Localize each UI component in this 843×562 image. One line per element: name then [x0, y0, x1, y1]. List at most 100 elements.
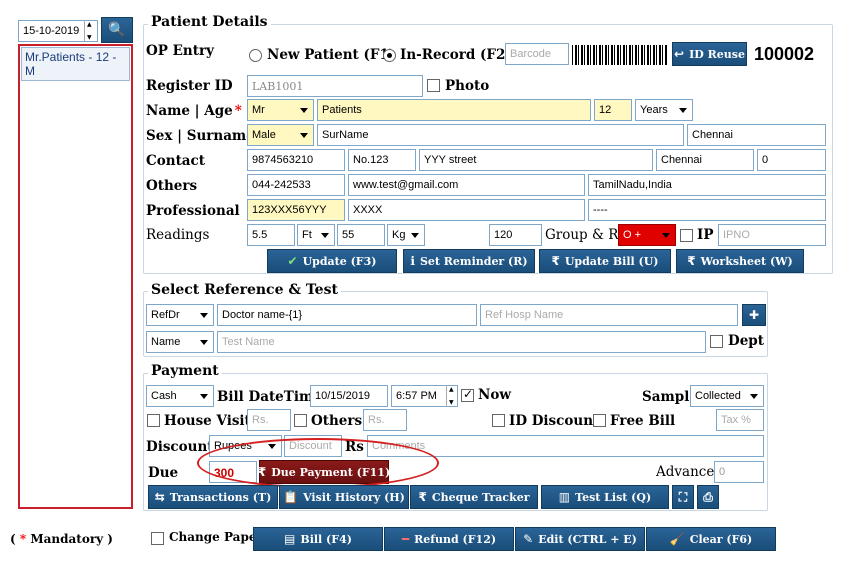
- edit-button[interactable]: ✎ Edit (CTRL + E): [515, 527, 645, 551]
- rupee-icon: ₹: [418, 490, 427, 504]
- readings-label: Readings: [146, 227, 210, 243]
- others-checkbox[interactable]: [294, 414, 307, 427]
- reuse-icon: ↩: [674, 47, 685, 61]
- due-label: Due: [148, 465, 179, 481]
- history-icon: 📋: [283, 490, 299, 504]
- ref-hosp-field[interactable]: Ref Hosp Name: [480, 304, 738, 326]
- mandatory-note: ( * Mandatory ): [10, 532, 113, 546]
- patient-list[interactable]: Mr.Patients - 12 - M: [18, 44, 133, 509]
- payment-mode-select[interactable]: Cash: [146, 385, 214, 407]
- height-unit-select[interactable]: Ft: [297, 224, 335, 246]
- expand-button[interactable]: ⛶: [672, 485, 694, 509]
- list-icon: ▥: [558, 490, 571, 504]
- sex-select[interactable]: Male: [247, 124, 314, 146]
- annotation-circle: [197, 438, 439, 488]
- weight-field[interactable]: 55: [337, 224, 385, 246]
- set-reminder-button[interactable]: ℹ Set Reminder (R): [403, 249, 535, 273]
- phone-field[interactable]: 9874563210: [247, 149, 345, 171]
- transactions-button[interactable]: ⇆ Transactions (T): [148, 485, 278, 509]
- title-select[interactable]: Mr: [247, 99, 314, 121]
- photo-checkbox[interactable]: [427, 79, 440, 92]
- plus-icon: ✚: [748, 308, 760, 322]
- clear-button[interactable]: 🧹 Clear (F6): [646, 527, 776, 551]
- check-icon: ✔: [287, 254, 298, 268]
- refund-button[interactable]: ━ Refund (F12): [384, 527, 514, 551]
- tax-field[interactable]: Tax %: [716, 409, 764, 431]
- name-field[interactable]: Patients: [317, 99, 591, 121]
- bill-button[interactable]: ▤ Bill (F4): [253, 527, 383, 551]
- door-field[interactable]: No.123: [348, 149, 416, 171]
- search-button[interactable]: 🔍: [101, 17, 133, 43]
- broom-icon: 🧹: [669, 532, 685, 546]
- age-field[interactable]: 12: [594, 99, 632, 121]
- test-name-field[interactable]: Test Name: [217, 331, 706, 353]
- others-rs-field[interactable]: Rs.: [363, 409, 407, 431]
- professional-field-3[interactable]: ----: [588, 199, 826, 221]
- change-paper-checkbox[interactable]: [151, 532, 164, 545]
- time-spinner[interactable]: [446, 385, 458, 407]
- barcode-icon: [572, 45, 668, 65]
- house-visit-rs-field[interactable]: Rs.: [247, 409, 291, 431]
- professional-field-2[interactable]: XXXX: [348, 199, 585, 221]
- search-icon: 🔍: [108, 22, 126, 38]
- landline-field[interactable]: 044-242533: [247, 174, 345, 196]
- contact-label: Contact: [146, 153, 206, 169]
- op-entry-label: OP Entry: [146, 43, 214, 59]
- reading3-field[interactable]: 120: [489, 224, 542, 246]
- height-field[interactable]: 5.5: [247, 224, 295, 246]
- register-id-label: Register ID: [146, 78, 233, 94]
- dept-checkbox[interactable]: [710, 335, 723, 348]
- refdr-select[interactable]: RefDr: [146, 304, 214, 326]
- name-select[interactable]: Name: [146, 331, 214, 353]
- city2-field[interactable]: Chennai: [656, 149, 754, 171]
- free-bill-checkbox[interactable]: [593, 414, 606, 427]
- id-reuse-button[interactable]: ↩ ID Reuse: [672, 42, 747, 66]
- ip-label: IP: [697, 227, 714, 243]
- update-button[interactable]: ✔ Update (F3): [267, 249, 397, 273]
- house-visit-label: House Visit: [164, 413, 251, 429]
- transactions-icon: ⇆: [154, 490, 165, 504]
- bill-date-field[interactable]: 10/15/2019: [310, 385, 388, 407]
- visit-history-button[interactable]: 📋 Visit History (H): [279, 485, 409, 509]
- weight-unit-select[interactable]: Kg: [387, 224, 425, 246]
- list-item[interactable]: Mr.Patients - 12 - M: [21, 47, 130, 81]
- cheque-tracker-button[interactable]: ₹ Cheque Tracker: [410, 485, 538, 509]
- date-spinner[interactable]: [84, 20, 96, 42]
- surname-field[interactable]: SurName: [317, 124, 684, 146]
- pincode-field[interactable]: 0: [757, 149, 826, 171]
- new-patient-label: New Patient (F1): [267, 47, 396, 63]
- rupee-icon: ₹: [687, 254, 696, 268]
- doctor-field[interactable]: Doctor name-{1}: [217, 304, 477, 326]
- blood-group-select[interactable]: O +: [618, 224, 676, 246]
- street-field[interactable]: YYY street: [419, 149, 653, 171]
- id-discount-checkbox[interactable]: [492, 414, 505, 427]
- worksheet-button[interactable]: ₹ Worksheet (W): [676, 249, 804, 273]
- professional-field-1[interactable]: 123XXX56YYY: [247, 199, 345, 221]
- in-record-radio[interactable]: [383, 49, 396, 62]
- edit-icon: ✎: [523, 532, 534, 546]
- register-id-field[interactable]: LAB1001: [247, 75, 423, 97]
- update-bill-button[interactable]: ₹ Update Bill (U): [539, 249, 671, 273]
- test-list-button[interactable]: ▥ Test List (Q): [541, 485, 669, 509]
- new-patient-radio[interactable]: [249, 49, 262, 62]
- barcode-input[interactable]: Barcode: [505, 43, 569, 65]
- free-bill-label: Free Bill: [610, 413, 676, 429]
- reference-title: Select Reference & Test: [148, 282, 341, 298]
- patient-details-title: Patient Details: [148, 14, 271, 30]
- change-paper-label: Change Paper: [169, 530, 263, 544]
- add-reference-button[interactable]: ✚: [742, 304, 766, 326]
- state-field[interactable]: TamilNadu,India: [588, 174, 826, 196]
- dept-label: Dept: [728, 333, 764, 349]
- print-button[interactable]: ⎙: [697, 485, 719, 509]
- group-rh-label: Group & Rh: [545, 227, 628, 243]
- email-field[interactable]: www.test@gmail.com: [348, 174, 585, 196]
- city-field[interactable]: Chennai: [687, 124, 826, 146]
- ip-checkbox[interactable]: [680, 229, 693, 242]
- age-unit-select[interactable]: Years: [635, 99, 693, 121]
- id-discount-label: ID Discount: [509, 413, 600, 429]
- ipno-field[interactable]: IPNO: [718, 224, 826, 246]
- sample-select[interactable]: Collected: [690, 385, 764, 407]
- now-checkbox[interactable]: [461, 387, 474, 402]
- advance-field[interactable]: 0: [714, 461, 764, 483]
- house-visit-checkbox[interactable]: [147, 414, 160, 427]
